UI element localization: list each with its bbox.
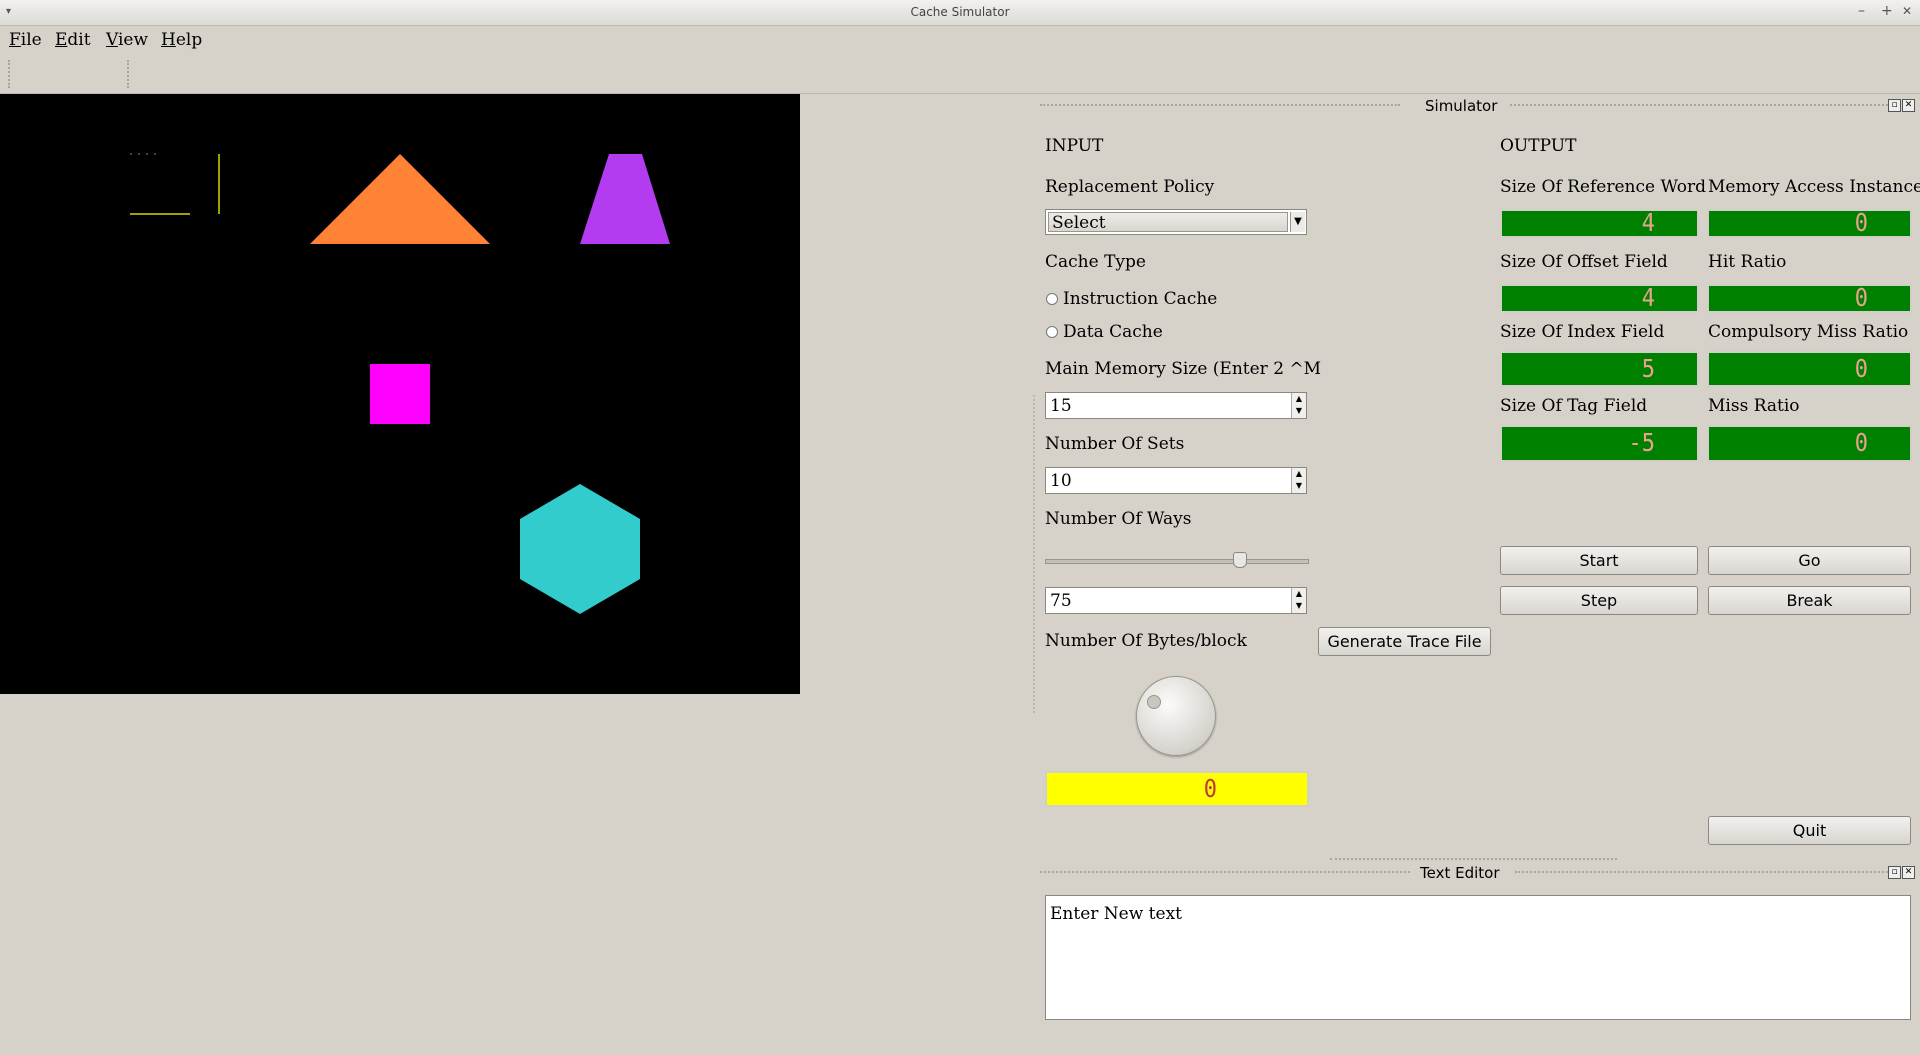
menu-edit[interactable]: Edit (55, 30, 91, 50)
cache-type-label: Cache Type (1045, 252, 1146, 272)
step-button[interactable]: Step (1500, 586, 1698, 615)
text-editor-area[interactable]: Enter New text (1045, 895, 1911, 1020)
input-heading: INPUT (1045, 136, 1104, 156)
dock-resize-handle[interactable] (1330, 858, 1617, 860)
minimize-icon[interactable]: – (1858, 3, 1865, 19)
bytes-per-block-display: 0 (1045, 771, 1309, 807)
slider-handle[interactable] (1233, 552, 1247, 568)
number-of-ways-spinbox[interactable]: 75 ▲ ▼ (1045, 587, 1307, 614)
spin-up-icon[interactable]: ▲ (1292, 588, 1306, 600)
number-of-sets-spinbox[interactable]: 10 ▲ ▼ (1045, 467, 1307, 494)
spin-up-icon[interactable]: ▲ (1292, 393, 1306, 405)
miss-ratio-display: 0 (1707, 425, 1912, 462)
chevron-down-icon[interactable]: ▼ (1290, 212, 1305, 232)
compulsory-miss-ratio-label: Compulsory Miss Ratio (1708, 322, 1909, 342)
canvas-trapezoid-shape (580, 154, 670, 244)
number-of-sets-label: Number Of Sets (1045, 434, 1185, 454)
canvas-triangle-shape (310, 154, 490, 244)
go-button[interactable]: Go (1708, 546, 1911, 575)
drawing-canvas[interactable] (0, 94, 800, 694)
replacement-policy-value: Select (1048, 212, 1288, 233)
ref-word-size-value: 4 (1641, 209, 1655, 238)
index-field-size-value: 5 (1641, 355, 1655, 384)
start-button[interactable]: Start (1500, 546, 1698, 575)
maximize-icon[interactable]: + (1881, 3, 1893, 19)
menu-bar: File Edit View Help (0, 26, 1920, 54)
replacement-policy-select[interactable]: Select ▼ (1045, 209, 1307, 235)
quit-button[interactable]: Quit (1708, 816, 1911, 845)
canvas-line-shape (130, 153, 220, 215)
main-memory-value: 15 (1050, 396, 1072, 416)
dock-title-dots (1510, 104, 1888, 106)
number-of-ways-label: Number Of Ways (1045, 509, 1192, 529)
offset-field-size-value: 4 (1641, 284, 1655, 313)
toolbar (0, 55, 1920, 94)
float-dock-icon[interactable]: ▫ (1888, 99, 1901, 112)
miss-ratio-label: Miss Ratio (1708, 396, 1800, 416)
close-dock-icon[interactable]: ✕ (1902, 99, 1915, 112)
tag-field-size-label: Size Of Tag Field (1500, 396, 1648, 416)
canvas-hexagon-shape (520, 484, 640, 614)
text-editor-dock-title: Text Editor (1420, 864, 1500, 882)
hit-ratio-value: 0 (1854, 284, 1868, 313)
replacement-policy-label: Replacement Policy (1045, 177, 1215, 197)
hit-ratio-display: 0 (1707, 284, 1912, 313)
data-cache-radio[interactable] (1046, 326, 1058, 338)
compulsory-miss-ratio-display: 0 (1707, 351, 1912, 387)
bytes-per-block-display-value: 0 (1203, 775, 1217, 804)
float-dock-icon[interactable]: ▫ (1888, 866, 1901, 879)
toolbar-grip-handle[interactable] (8, 60, 12, 88)
hit-ratio-label: Hit Ratio (1708, 252, 1787, 272)
spin-down-icon[interactable]: ▼ (1292, 600, 1306, 612)
miss-ratio-value: 0 (1854, 429, 1868, 458)
generate-trace-file-button[interactable]: Generate Trace File (1318, 627, 1491, 656)
splitter-handle[interactable] (1033, 395, 1035, 713)
tag-field-size-display: -5 (1500, 425, 1699, 462)
index-field-size-label: Size Of Index Field (1500, 322, 1665, 342)
bytes-per-block-dial[interactable] (1136, 676, 1216, 756)
menu-file[interactable]: File (9, 30, 42, 50)
menu-help[interactable]: Help (161, 30, 202, 50)
canvas-square-shape (370, 364, 430, 424)
index-field-size-display: 5 (1500, 351, 1699, 387)
tag-field-size-value: -5 (1628, 429, 1656, 458)
spin-down-icon[interactable]: ▼ (1292, 480, 1306, 492)
compulsory-miss-ratio-value: 0 (1854, 355, 1868, 384)
main-memory-spinbox[interactable]: 15 ▲ ▼ (1045, 392, 1307, 419)
ref-word-size-label: Size Of Reference Word (1500, 177, 1707, 197)
toolbar-grip-handle[interactable] (127, 60, 131, 88)
window-title: Cache Simulator (910, 5, 1010, 19)
number-of-ways-slider[interactable] (1045, 559, 1309, 564)
window-titlebar: ▾ Cache Simulator – + ✕ (0, 0, 1920, 26)
dock-title-dots (1040, 871, 1410, 873)
spin-down-icon[interactable]: ▼ (1292, 405, 1306, 417)
memory-access-value: 0 (1854, 209, 1868, 238)
spin-up-icon[interactable]: ▲ (1292, 468, 1306, 480)
simulator-dock-title: Simulator (1425, 97, 1498, 115)
dock-title-dots (1040, 104, 1400, 106)
memory-access-display: 0 (1707, 209, 1912, 238)
data-cache-label[interactable]: Data Cache (1063, 322, 1163, 342)
number-of-ways-value: 75 (1050, 591, 1072, 611)
offset-field-size-label: Size Of Offset Field (1500, 252, 1668, 272)
bytes-per-block-label: Number Of Bytes/block (1045, 631, 1247, 651)
ref-word-size-display: 4 (1500, 209, 1699, 238)
close-dock-icon[interactable]: ✕ (1902, 866, 1915, 879)
text-editor-content: Enter New text (1050, 904, 1182, 924)
dock-title-dots (1515, 871, 1888, 873)
menu-view[interactable]: View (106, 30, 148, 50)
offset-field-size-display: 4 (1500, 284, 1699, 313)
number-of-sets-value: 10 (1050, 471, 1072, 491)
instruction-cache-label[interactable]: Instruction Cache (1063, 289, 1217, 309)
break-button[interactable]: Break (1708, 586, 1911, 615)
instruction-cache-radio[interactable] (1046, 293, 1058, 305)
dial-knob (1147, 695, 1161, 709)
close-icon[interactable]: ✕ (1902, 4, 1912, 18)
main-memory-label: Main Memory Size (Enter 2 ^M (1045, 359, 1322, 379)
output-heading: OUTPUT (1500, 136, 1577, 156)
memory-access-label: Memory Access Instance (1708, 177, 1920, 197)
